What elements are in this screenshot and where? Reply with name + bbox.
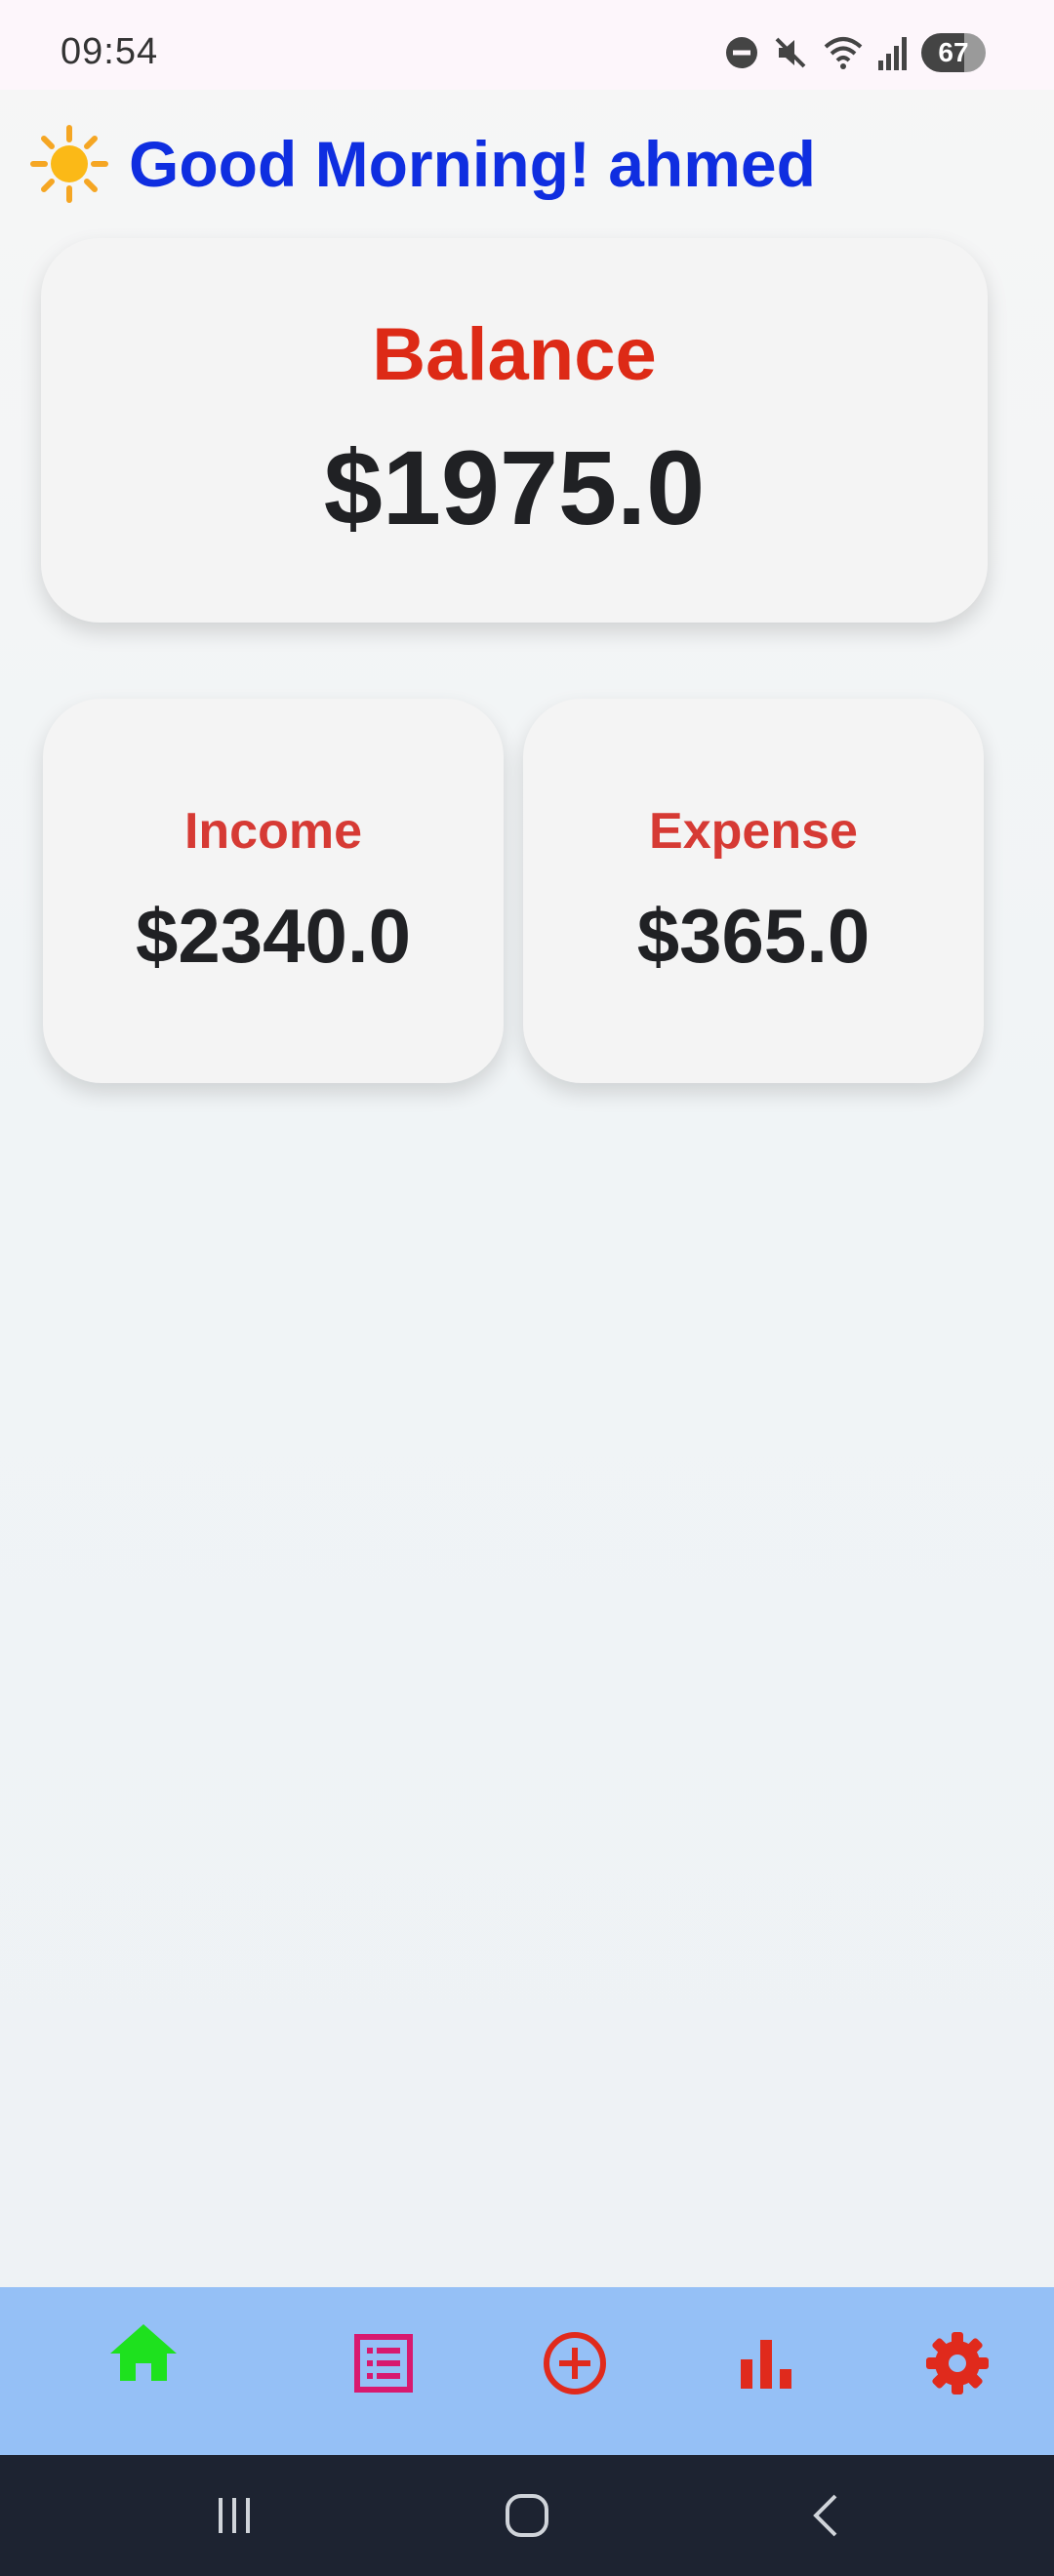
income-label: Income	[183, 802, 363, 860]
bottom-navigation	[0, 2287, 1054, 2455]
wifi-icon	[824, 37, 863, 69]
back-icon	[813, 2494, 837, 2537]
bar-chart-icon	[741, 2340, 791, 2389]
nav-transactions-button[interactable]	[340, 2319, 427, 2407]
system-navigation-bar	[0, 2455, 1054, 2576]
home-outline-icon	[506, 2494, 548, 2537]
status-bar: 09:54 67	[0, 0, 1054, 90]
gear-icon	[926, 2332, 989, 2395]
add-circle-icon	[544, 2332, 606, 2395]
income-card: Income $2340.0	[43, 699, 504, 1083]
status-time: 09:54	[61, 31, 159, 72]
sun-icon	[30, 125, 108, 203]
recent-apps-button[interactable]	[195, 2482, 273, 2549]
nav-home-button[interactable]	[100, 2309, 187, 2396]
greeting: Good Morning! ahmed	[29, 123, 816, 205]
list-icon	[354, 2334, 413, 2393]
mute-icon	[775, 37, 806, 68]
balance-value: $1975.0	[323, 428, 706, 546]
income-value: $2340.0	[136, 892, 411, 979]
greeting-text: Good Morning! ahmed	[129, 128, 816, 200]
expense-card: Expense $365.0	[523, 699, 984, 1083]
battery-indicator: 67	[921, 33, 986, 72]
balance-label: Balance	[372, 313, 657, 396]
recents-icon	[219, 2498, 250, 2533]
status-icons: 67	[724, 31, 986, 74]
expense-value: $365.0	[636, 892, 871, 979]
system-back-button[interactable]	[787, 2482, 865, 2549]
nav-add-button[interactable]	[531, 2319, 619, 2407]
nav-stats-button[interactable]	[722, 2319, 810, 2407]
home-icon	[110, 2324, 177, 2381]
balance-card: Balance $1975.0	[41, 238, 988, 623]
nav-settings-button[interactable]	[913, 2319, 1001, 2407]
system-home-button[interactable]	[488, 2482, 566, 2549]
expense-label: Expense	[649, 802, 858, 860]
do-not-disturb-icon	[726, 37, 757, 68]
signal-icon	[878, 37, 907, 70]
